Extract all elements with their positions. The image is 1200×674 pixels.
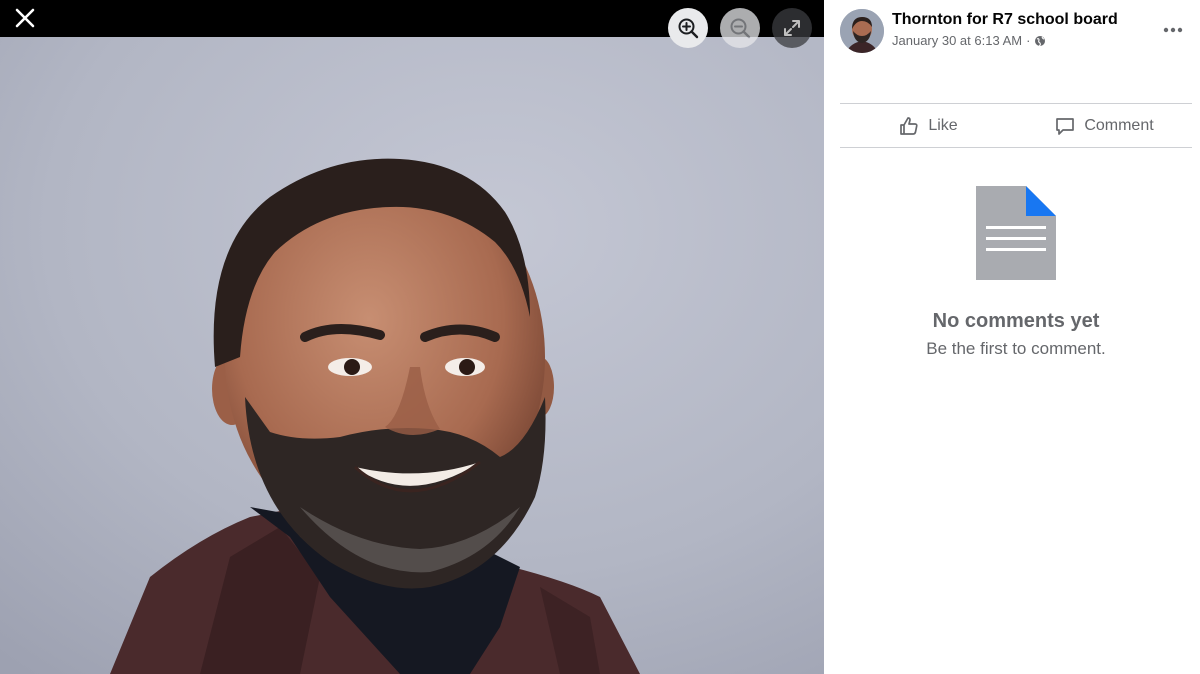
- meta-separator: ·: [1026, 33, 1031, 48]
- no-comments-title: No comments yet: [932, 310, 1100, 332]
- zoom-out-icon: [730, 18, 751, 39]
- more-options-button[interactable]: [1158, 15, 1188, 45]
- portrait-illustration: [0, 37, 824, 674]
- zoom-in-icon: [678, 18, 699, 39]
- zoom-out-button[interactable]: [720, 8, 760, 48]
- comment-label: Comment: [1084, 116, 1154, 134]
- post-meta: January 30 at 6:13 AM ·: [892, 33, 1046, 48]
- close-icon: [15, 8, 35, 28]
- like-label: Like: [928, 116, 958, 134]
- comment-icon: [1056, 117, 1075, 135]
- comment-button[interactable]: Comment: [1016, 104, 1192, 147]
- zoom-in-button[interactable]: [668, 8, 708, 48]
- thumbs-up-icon: [900, 116, 918, 135]
- divider-bottom: [840, 147, 1192, 148]
- document-icon: [976, 186, 1056, 280]
- photo[interactable]: [0, 37, 824, 674]
- empty-comments: No comments yet Be the first to comment.: [840, 180, 1192, 359]
- post-details-panel: Thornton for R7 school board January 30 …: [824, 0, 1200, 674]
- more-options-icon: [1163, 27, 1183, 33]
- fullscreen-icon: [784, 20, 800, 36]
- fullscreen-button[interactable]: [772, 8, 812, 48]
- post-actions: Like Comment: [840, 104, 1192, 147]
- post-timestamp[interactable]: January 30 at 6:13 AM: [892, 33, 1022, 48]
- avatar[interactable]: [840, 9, 884, 53]
- post-header: Thornton for R7 school board January 30 …: [840, 9, 1192, 57]
- close-button[interactable]: [8, 3, 42, 33]
- no-comments-subtitle: Be the first to comment.: [926, 339, 1106, 358]
- photo-viewer: [0, 0, 824, 674]
- post-author[interactable]: Thornton for R7 school board: [892, 11, 1118, 29]
- globe-icon: [1035, 35, 1046, 46]
- like-button[interactable]: Like: [840, 104, 1016, 147]
- avatar-image: [840, 9, 884, 53]
